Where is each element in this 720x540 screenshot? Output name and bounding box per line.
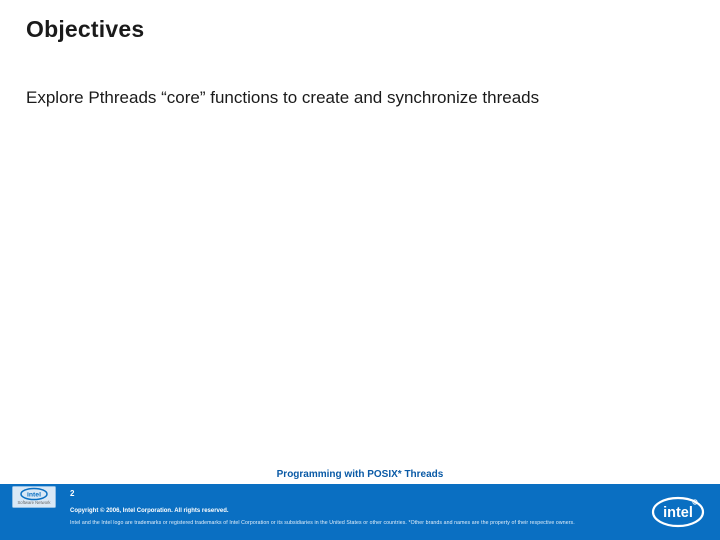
slide-footer: intel Software Network 2 Copyright © 200… — [0, 484, 720, 540]
slide-content: Objectives Explore Pthreads “core” funct… — [0, 0, 720, 465]
intel-software-network-logo-icon: intel Software Network — [12, 486, 56, 508]
page-number: 2 — [70, 489, 74, 498]
slide-title: Objectives — [26, 16, 694, 43]
copyright-text: Copyright © 2006, Intel Corporation. All… — [70, 508, 229, 514]
logo-brand-text: intel — [27, 491, 41, 498]
logo-network-text: Software Network — [17, 500, 51, 505]
intel-logo-icon: intel R — [650, 492, 706, 532]
slide-subheader: Programming with POSIX* Threads — [0, 465, 720, 484]
intel-logo-text: intel — [663, 505, 693, 521]
slide-body-text: Explore Pthreads “core” functions to cre… — [26, 87, 694, 110]
slide: Objectives Explore Pthreads “core” funct… — [0, 0, 720, 540]
disclaimer-text: Intel and the Intel logo are trademarks … — [70, 520, 575, 526]
